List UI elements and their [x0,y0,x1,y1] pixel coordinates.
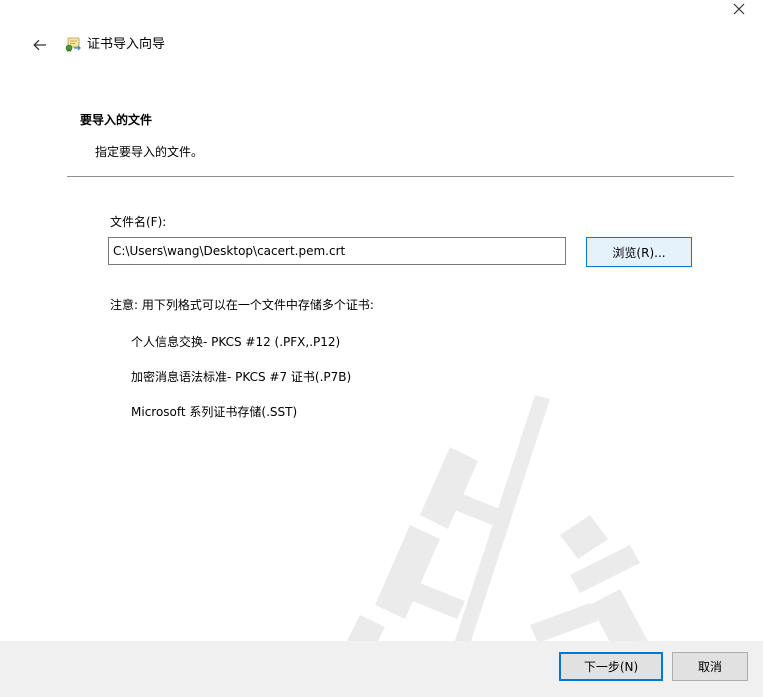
note-text: 注意: 用下列格式可以在一个文件中存储多个证书: [110,298,374,312]
cancel-button[interactable]: 取消 [672,652,748,681]
section-description: 指定要导入的文件。 [95,145,204,159]
close-icon[interactable] [728,0,750,18]
header-divider [67,176,734,177]
format-item-pfx: 个人信息交换- PKCS #12 (.PFX,.P12) [131,335,341,349]
browse-button[interactable]: 浏览(R)... [586,237,692,267]
certificate-wizard-icon [64,36,82,54]
file-name-label: 文件名(F): [110,215,167,229]
next-button[interactable]: 下一步(N) [559,652,663,681]
back-arrow-icon[interactable] [31,36,49,54]
window-title: 证书导入向导 [87,37,166,52]
section-heading: 要导入的文件 [80,113,153,127]
format-item-p7b: 加密消息语法标准- PKCS #7 证书(.P7B) [131,370,352,384]
format-item-sst: Microsoft 系列证书存储(.SST) [131,405,298,419]
file-name-input[interactable] [108,237,566,265]
